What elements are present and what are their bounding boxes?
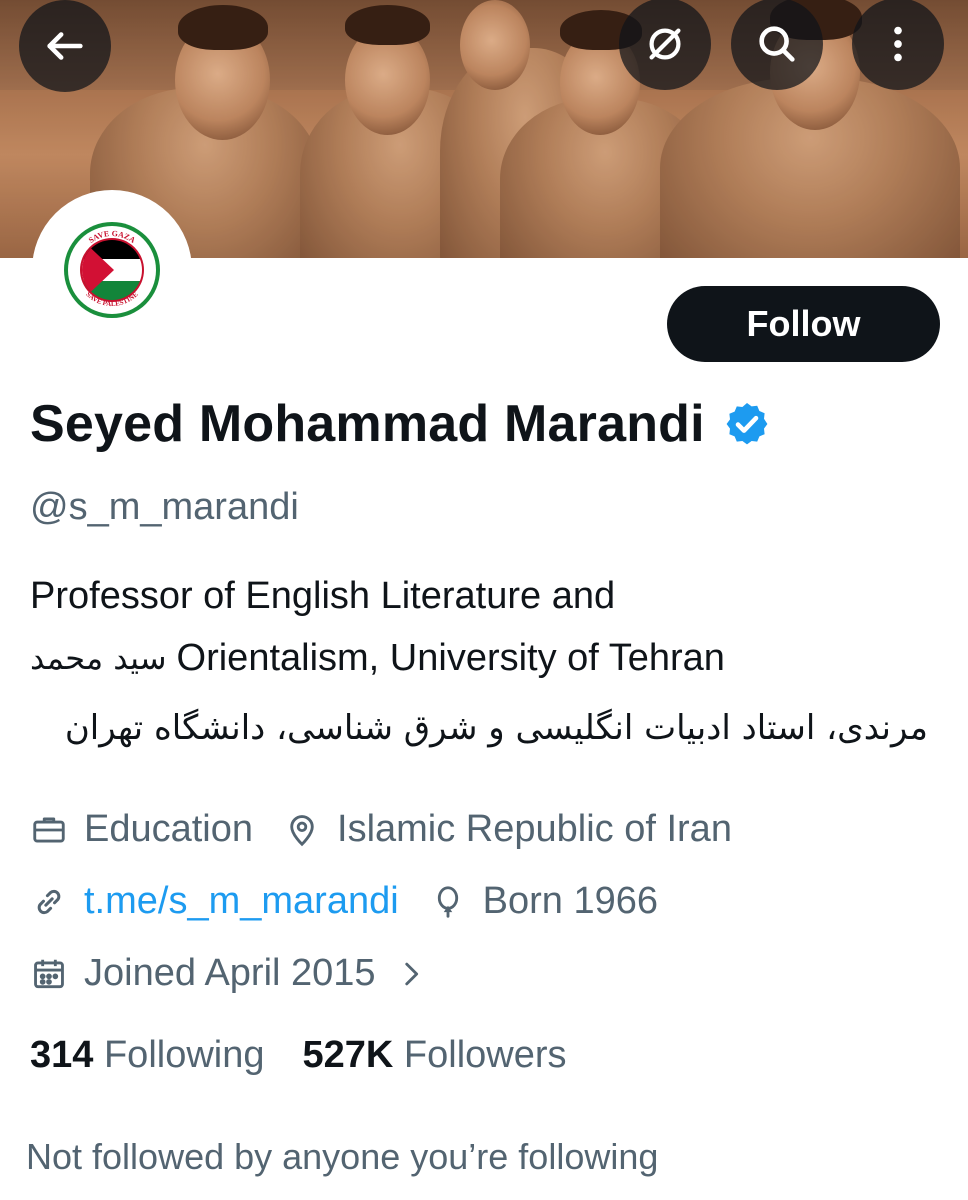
profile-meta-row[interactable]: Joined April 2015 xyxy=(30,952,474,995)
birthday-item: Born 1966 xyxy=(429,880,658,923)
profile-meta-row: Education Islamic Republic of Iran xyxy=(30,808,762,851)
not-followed-notice: Not followed by anyone you’re following xyxy=(26,1136,659,1177)
briefcase-icon xyxy=(33,816,65,843)
location-text: Islamic Republic of Iran xyxy=(337,808,732,850)
bio-persian-text: سید محمد xyxy=(30,639,167,677)
birthday-text: Born 1966 xyxy=(482,880,659,922)
following-count: 314 xyxy=(30,1034,104,1076)
link-icon xyxy=(37,889,61,914)
follow-stats: 314 Following 527K Followers xyxy=(30,1034,605,1077)
more-options-button[interactable] xyxy=(852,0,944,90)
save-gaza-badge-image: SAVE GAZA SAVE PALESTINE xyxy=(64,222,160,318)
bio-line: سید محمد Orientalism, University of Tehr… xyxy=(30,627,930,689)
profile-name-row: Seyed Mohammad Marandi xyxy=(30,394,771,454)
website-item[interactable]: t.me/s_m_marandi xyxy=(30,880,399,923)
mute-button[interactable] xyxy=(619,0,711,90)
joined-item[interactable]: Joined April 2015 xyxy=(30,952,444,995)
followers-stat[interactable]: 527K Followers xyxy=(303,1034,567,1077)
slashed-circle-icon xyxy=(649,28,681,60)
profile-meta-row: t.me/s_m_marandi Born 1966 xyxy=(30,880,688,923)
following-stat[interactable]: 314 Following xyxy=(30,1034,265,1077)
joined-text: Joined April 2015 xyxy=(84,952,376,994)
profile-bio: Professor of English Literature and سید … xyxy=(30,565,930,689)
avatar[interactable]: SAVE GAZA SAVE PALESTINE xyxy=(32,190,192,350)
category-text: Education xyxy=(84,808,254,850)
followers-count: 527K xyxy=(302,1034,404,1076)
profile-handle: @s_m_marandi xyxy=(30,486,299,528)
search-button[interactable] xyxy=(731,0,823,90)
website-link[interactable]: t.me/s_m_marandi xyxy=(84,880,399,923)
location-item: Islamic Republic of Iran xyxy=(283,808,732,851)
following-label: Following xyxy=(103,1034,265,1076)
verified-badge-icon[interactable] xyxy=(723,400,771,448)
arrow-left-icon xyxy=(47,32,83,60)
bio-persian-line: مرندی، استاد ادبیات انگلیسی و شرق شناسی،… xyxy=(64,708,928,748)
followers-label: Followers xyxy=(403,1034,567,1076)
search-icon xyxy=(759,26,795,62)
bio-text: Orientalism, University of Tehran xyxy=(176,637,725,679)
chevron-right-icon xyxy=(404,962,418,985)
bio-line: Professor of English Literature and xyxy=(30,575,616,617)
balloon-icon xyxy=(437,885,458,918)
location-pin-icon xyxy=(290,814,314,846)
back-button[interactable] xyxy=(19,0,111,92)
more-vertical-icon xyxy=(894,26,902,62)
follow-button[interactable]: Follow xyxy=(667,286,940,362)
category-item: Education xyxy=(30,808,253,851)
calendar-icon xyxy=(34,959,64,988)
profile-name: Seyed Mohammad Marandi xyxy=(30,395,705,453)
